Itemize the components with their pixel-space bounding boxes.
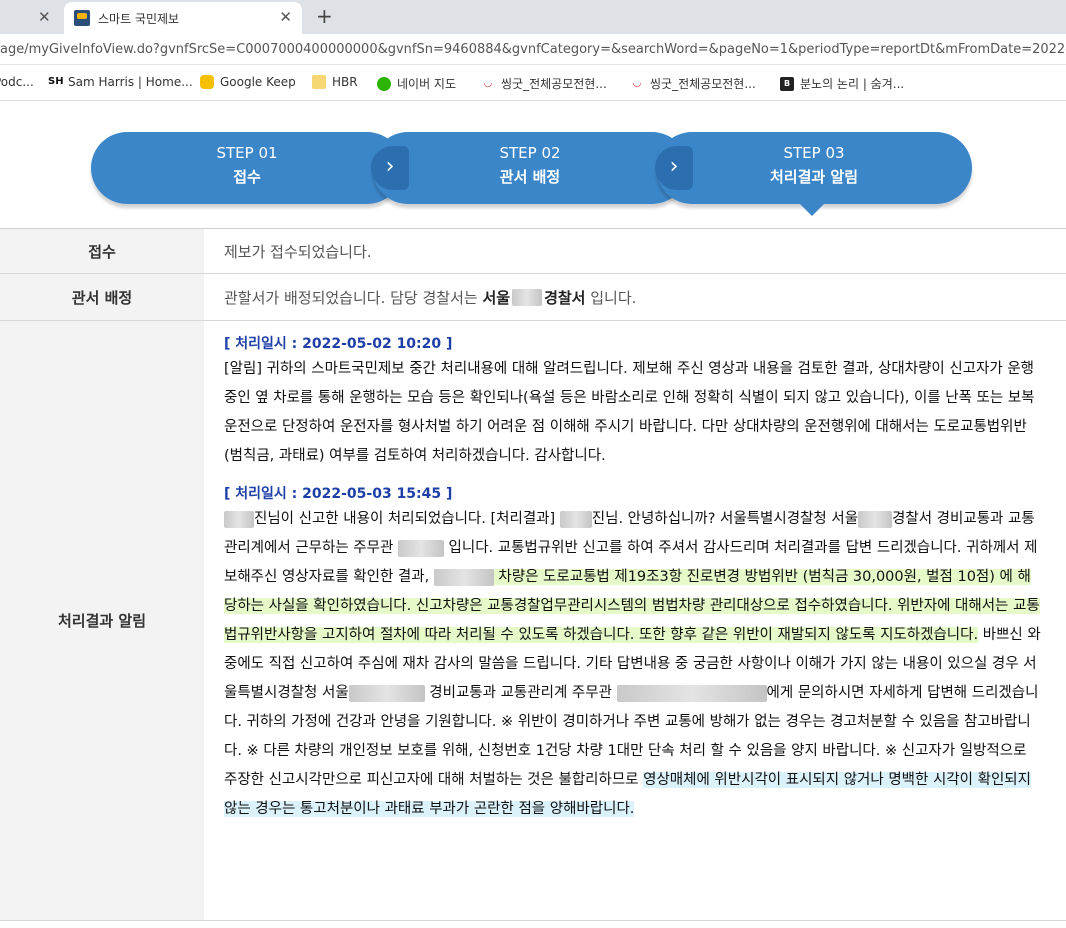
google-keep-icon: [200, 75, 214, 89]
redacted-block: [433, 568, 494, 586]
bookmark-label: Sam Harris | Home...: [68, 75, 193, 89]
bookmark-item[interactable]: Podc...: [0, 75, 34, 89]
bookmark-label: 씽굿_전체공모전현...: [650, 77, 756, 91]
bookmark-label: Podc...: [0, 75, 34, 89]
row-header: 접수: [0, 229, 204, 273]
process-message: [알림] 귀하의 스마트국민제보 중간 처리내용에 대해 알려드립니다. 제보해…: [224, 361, 1035, 464]
redacted-block: [397, 539, 444, 557]
process-entry: [ 처리일시 : 2022-05-03 15:45 ] 진님이 신고한 내용이 …: [224, 483, 1044, 824]
step-number: STEP 02: [499, 144, 561, 162]
bookmarks-bar: Podc... SH Sam Harris | Home... Google K…: [0, 65, 1066, 101]
message-text: 진님. 안녕하십니까? 서울특별시경찰청 서울: [591, 511, 859, 527]
row-header: 관서 배정: [0, 274, 204, 320]
redacted-block: [616, 684, 767, 702]
chevron-right-icon: ›: [655, 146, 693, 190]
bookmark-label: 네이버 지도: [397, 77, 457, 91]
brunch-logo-icon: B: [780, 76, 794, 91]
assign-text-end: 입니다.: [585, 288, 637, 307]
process-date: [ 처리일시 : 2022-05-02 10:20 ]: [224, 336, 453, 352]
browser-tab-bar: ✕ 스마트 국민제보 ✕ +: [0, 0, 1066, 34]
row-value: 관할서가 배정되었습니다. 담당 경찰서는 서울 경찰서 입니다.: [204, 274, 1066, 320]
close-icon[interactable]: ✕: [38, 8, 51, 26]
sam-harris-logo-icon: SH: [48, 76, 64, 87]
row-value: 제보가 접수되었습니다.: [224, 242, 372, 261]
row-header: 처리결과 알림: [0, 321, 204, 920]
step-label: 관서 배정: [499, 168, 561, 186]
station-prefix: 서울: [482, 288, 511, 307]
bookmark-item[interactable]: HBR: [312, 75, 358, 89]
message-text: 진님이 신고한 내용이 처리되었습니다. [처리결과]: [254, 511, 560, 527]
current-step-pointer: [800, 204, 824, 216]
report-status-table: 접수 제보가 접수되었습니다. 관서 배정 관할서가 배정되었습니다. 담당 경…: [0, 228, 1066, 921]
table-row: 처리결과 알림 [ 처리일시 : 2022-05-02 10:20 ] [알림]…: [0, 321, 1066, 921]
step-number: STEP 03: [783, 144, 845, 162]
redacted-block: [224, 510, 254, 528]
bookmark-item[interactable]: Google Keep: [200, 75, 296, 89]
bookmark-item[interactable]: SH Sam Harris | Home...: [48, 75, 193, 89]
bookmark-label: 분노의 논리 | 숨겨...: [800, 77, 905, 91]
bookmark-item[interactable]: ◡ 씽굿_전체공모전현...: [630, 75, 756, 92]
site-favicon-icon: [74, 10, 90, 26]
bookmark-item[interactable]: B 분노의 논리 | 숨겨...: [780, 75, 904, 92]
smiley-icon: ◡: [633, 77, 641, 89]
table-row: 접수 제보가 접수되었습니다.: [0, 229, 1066, 274]
close-icon[interactable]: ✕: [279, 8, 292, 26]
message-text: 경비교통과 교통관리계 주무관: [424, 685, 617, 701]
bookmark-label: Google Keep: [220, 75, 296, 89]
step-number: STEP 01: [216, 144, 278, 162]
tab-title: 스마트 국민제보: [98, 12, 180, 26]
bookmark-label: HBR: [332, 75, 358, 89]
folder-icon: [312, 75, 326, 89]
station-suffix: 경찰서: [544, 288, 586, 307]
assign-text: 관할서가 배정되었습니다. 담당 경찰서는: [224, 288, 483, 307]
step-label: 처리결과 알림: [769, 168, 859, 186]
smiley-icon: ◡: [484, 77, 492, 89]
progress-steps: STEP 01 접수 STEP 02 관서 배정 STEP 03 처리결과 알림…: [0, 102, 1066, 228]
chevron-right-icon: ›: [371, 146, 409, 190]
step-02: STEP 02 관서 배정: [372, 132, 688, 204]
process-message: 진님이 신고한 내용이 처리되었습니다. [처리결과] 진님. 안녕하십니까? …: [224, 505, 1044, 824]
address-bar[interactable]: age/myGiveInfoView.do?gvnfSrcSe=C0007000…: [0, 34, 1066, 65]
new-tab-plus-icon[interactable]: +: [316, 4, 333, 28]
bookmark-item[interactable]: ◡ 씽굿_전체공모전현...: [481, 75, 607, 92]
redacted-block: [559, 510, 592, 528]
redacted-block: [858, 510, 893, 528]
process-date: [ 처리일시 : 2022-05-03 15:45 ]: [224, 486, 453, 502]
bookmark-label: 씽굿_전체공모전현...: [501, 77, 607, 91]
step-label: 접수: [233, 168, 261, 186]
step-01: STEP 01 접수: [91, 132, 403, 204]
naver-map-icon: [377, 76, 391, 91]
redacted-block: [348, 684, 425, 702]
browser-tab-active[interactable]: 스마트 국민제보 ✕: [64, 2, 302, 34]
url-text[interactable]: age/myGiveInfoView.do?gvnfSrcSe=C0007000…: [0, 42, 1066, 57]
redacted-block: [512, 288, 543, 306]
row-value: [ 처리일시 : 2022-05-02 10:20 ] [알림] 귀하의 스마트…: [204, 321, 1066, 920]
table-row: 관서 배정 관할서가 배정되었습니다. 담당 경찰서는 서울 경찰서 입니다.: [0, 274, 1066, 321]
step-03: STEP 03 처리결과 알림: [656, 132, 972, 204]
bookmark-item[interactable]: 네이버 지도: [377, 75, 456, 92]
